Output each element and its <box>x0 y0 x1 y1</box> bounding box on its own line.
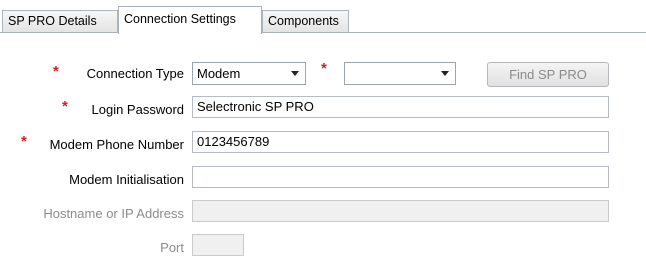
modem-initialisation-field[interactable] <box>192 166 609 188</box>
hostname-label: Hostname or IP Address <box>43 206 184 221</box>
tab-connection-settings[interactable]: Connection Settings <box>118 6 262 34</box>
find-sp-pro-button[interactable]: Find SP PRO <box>487 62 609 87</box>
modem-initialisation-label: Modem Initialisation <box>69 172 184 187</box>
connection-type-select[interactable]: Modem <box>192 62 306 85</box>
tab-strip: SP PRO Details Connection Settings Compo… <box>0 0 646 34</box>
connection-type-label: Connection Type <box>86 66 184 81</box>
login-password-field[interactable]: Selectronic SP PRO <box>192 96 609 118</box>
modem-phone-number-field[interactable]: 0123456789 <box>192 131 609 153</box>
connection-port-select[interactable] <box>344 62 456 85</box>
tab-label: Components <box>268 14 339 28</box>
tab-components[interactable]: Components <box>262 10 349 32</box>
tab-divider <box>0 32 646 33</box>
modem-phone-number-label: Modem Phone Number <box>49 137 184 152</box>
hostname-field[interactable] <box>192 200 609 222</box>
tab-label: Connection Settings <box>124 12 236 26</box>
tab-sp-pro-details[interactable]: SP PRO Details <box>2 10 118 32</box>
required-asterisk: * <box>21 133 27 150</box>
login-password-label: Login Password <box>91 102 185 117</box>
required-asterisk: * <box>321 60 327 77</box>
connection-type-value: Modem <box>197 66 241 81</box>
port-label: Port <box>160 240 184 255</box>
chevron-down-icon <box>291 71 299 76</box>
tab-label: SP PRO Details <box>8 14 97 28</box>
chevron-down-icon <box>441 71 449 76</box>
required-asterisk: * <box>53 63 59 80</box>
port-field[interactable] <box>192 234 244 256</box>
required-asterisk: * <box>62 98 68 115</box>
